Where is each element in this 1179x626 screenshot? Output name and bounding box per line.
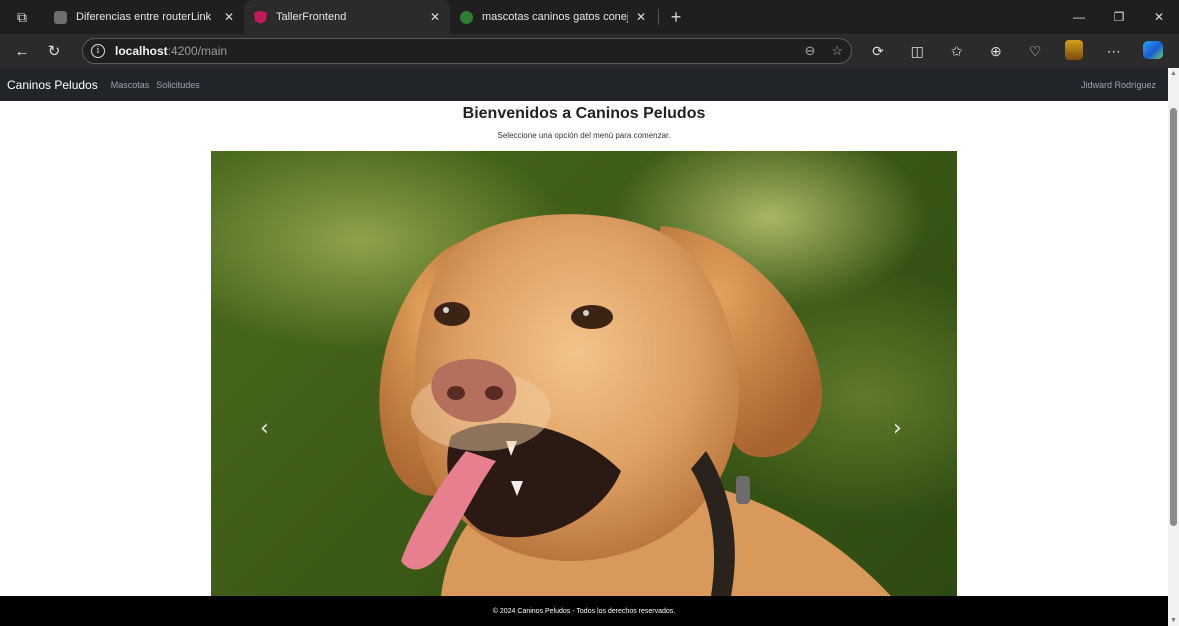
- nav-link-solicitudes[interactable]: Solicitudes: [156, 80, 200, 90]
- tab-title: Diferencias entre routerLink: [76, 11, 212, 23]
- tab-mascotas[interactable]: mascotas caninos gatos conejos - ✕: [450, 0, 656, 34]
- browser-toolbar: ← ↻ i localhost :4200/main ⊖ ☆ ⟳ ◫ ✩ ⊕ ♡…: [0, 34, 1179, 68]
- refresh-icon[interactable]: ↻: [38, 42, 70, 60]
- favorites-icon[interactable]: ✩: [941, 43, 973, 60]
- minimize-icon[interactable]: —: [1059, 10, 1099, 24]
- angular-favicon-icon: [254, 10, 267, 24]
- page-footer: © 2024 Caninos Peludos - Todos los derec…: [0, 596, 1168, 626]
- brand-link[interactable]: Caninos Peludos: [7, 78, 98, 92]
- workspaces-icon[interactable]: ⧉: [0, 0, 44, 34]
- url-host: localhost: [115, 44, 168, 58]
- tab-title: mascotas caninos gatos conejos -: [482, 11, 628, 23]
- split-screen-icon[interactable]: ◫: [901, 43, 933, 60]
- page-subtitle: Seleccione una opción del menú para come…: [497, 131, 671, 140]
- more-menu-icon[interactable]: ⋯: [1098, 43, 1130, 60]
- scroll-down-icon[interactable]: ▼: [1168, 617, 1179, 624]
- main-content: Bienvenidos a Caninos Peludos Seleccione…: [0, 101, 1168, 596]
- tab-close-icon[interactable]: ✕: [430, 10, 440, 24]
- collections-icon[interactable]: ⊕: [980, 43, 1012, 60]
- image-carousel: [211, 151, 957, 596]
- tab-close-icon[interactable]: ✕: [224, 10, 234, 24]
- tab-title: TallerFrontend: [276, 11, 347, 23]
- back-icon[interactable]: ←: [6, 43, 38, 60]
- tab-tallerfrontend[interactable]: TallerFrontend ✕: [244, 0, 450, 34]
- nav-link-mascotas[interactable]: Mascotas: [111, 80, 150, 90]
- tab-divider: [658, 9, 659, 25]
- profile-avatar[interactable]: [1058, 39, 1090, 63]
- browser-tab-strip: ⧉ Diferencias entre routerLink ✕ TallerF…: [0, 0, 1179, 34]
- copilot-icon[interactable]: [1137, 40, 1169, 62]
- carousel-prev-button[interactable]: ‹: [260, 416, 269, 441]
- site-info-icon[interactable]: i: [91, 44, 105, 58]
- page-scrollbar[interactable]: ▲ ▼: [1168, 68, 1179, 626]
- new-tab-icon[interactable]: +: [661, 0, 691, 34]
- url-path: :4200/main: [167, 44, 228, 58]
- zoom-icon[interactable]: ⊖: [804, 43, 815, 59]
- dog-photo: [379, 214, 891, 596]
- carousel-next-button[interactable]: ›: [893, 416, 902, 441]
- user-name[interactable]: Jidward Rodríguez: [1081, 80, 1156, 90]
- footer-text: © 2024 Caninos Peludos - Todos los derec…: [492, 607, 676, 615]
- tab-diferencias[interactable]: Diferencias entre routerLink ✕: [44, 0, 244, 34]
- scrollbar-thumb[interactable]: [1170, 108, 1177, 526]
- window-controls: — ❐ ✕: [1059, 0, 1179, 34]
- restore-icon[interactable]: ❐: [1099, 10, 1139, 24]
- app-navbar: Caninos Peludos Mascotas Solicitudes Jid…: [0, 68, 1168, 101]
- tab-favicon-icon: [54, 10, 67, 24]
- browser-essentials-icon[interactable]: ♡: [1019, 43, 1051, 60]
- page-title: Bienvenidos a Caninos Peludos: [462, 105, 706, 122]
- close-window-icon[interactable]: ✕: [1139, 10, 1179, 24]
- favorite-star-icon[interactable]: ☆: [831, 43, 843, 59]
- tab-favicon-icon: [460, 10, 473, 24]
- extensions-icon[interactable]: ⟳: [862, 43, 894, 60]
- tab-close-icon[interactable]: ✕: [636, 10, 646, 24]
- address-bar[interactable]: i localhost :4200/main ⊖ ☆: [82, 38, 852, 64]
- browser-extensions: ⟳ ◫ ✩ ⊕ ♡ ⋯: [862, 39, 1179, 63]
- scroll-up-icon[interactable]: ▲: [1168, 70, 1179, 77]
